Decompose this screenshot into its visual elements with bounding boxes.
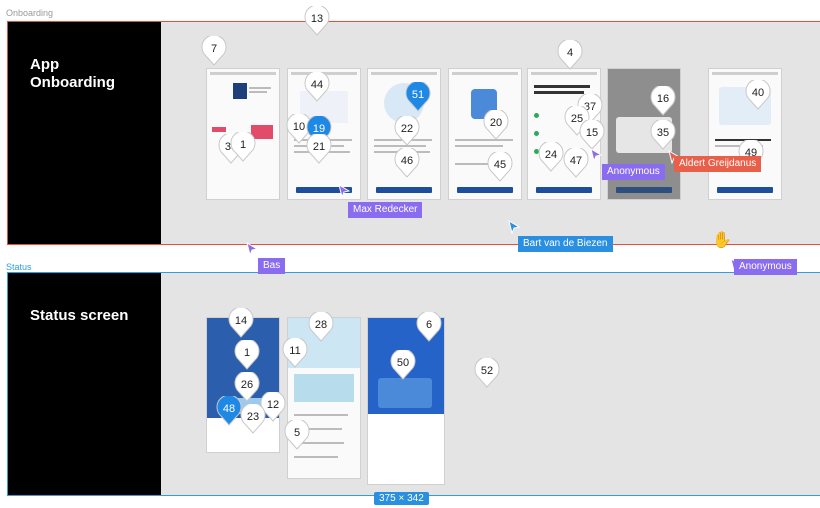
comment-pin-number: 52 <box>480 365 494 377</box>
cursor-arrow-icon <box>590 147 603 167</box>
comment-pin-number: 23 <box>246 411 260 423</box>
cursor-name-tag: Aldert Greijdanus <box>674 156 762 172</box>
comment-pin[interactable]: 47 <box>563 148 589 178</box>
comment-pin[interactable]: 45 <box>487 152 513 182</box>
onboarding-title-panel: App Onboarding <box>8 22 161 244</box>
next-button[interactable] <box>616 187 672 193</box>
cursor-name-tag: Anonymous <box>734 259 797 275</box>
comment-pin[interactable]: 24 <box>538 142 564 172</box>
comment-pin[interactable]: 28 <box>308 312 334 342</box>
comment-pin-number: 15 <box>585 127 599 139</box>
comment-pin[interactable]: 4 <box>557 40 583 70</box>
comment-pin[interactable]: 1 <box>234 340 260 370</box>
status-frame-label[interactable]: Status <box>6 262 32 272</box>
comment-pin[interactable]: 50 <box>390 350 416 380</box>
government-logo <box>233 83 247 99</box>
comment-pin-number: 5 <box>293 427 301 439</box>
comment-pin[interactable]: 52 <box>474 358 500 388</box>
next-button[interactable] <box>536 187 592 193</box>
annotation-mark <box>212 127 226 132</box>
comment-pin[interactable]: 1 <box>230 132 256 162</box>
cursor-arrow-icon <box>246 241 259 261</box>
comment-pin[interactable]: 13 <box>304 6 330 36</box>
illustration <box>378 378 432 408</box>
comment-pin[interactable]: 21 <box>306 134 332 164</box>
comment-pin-number: 51 <box>411 89 425 101</box>
comment-pin[interactable]: 14 <box>228 308 254 338</box>
comment-pin[interactable]: 26 <box>234 372 260 402</box>
cursor-name-tag: Bas <box>258 258 286 274</box>
comment-pin[interactable]: 5 <box>284 420 310 450</box>
onboarding-frame-label[interactable]: Onboarding <box>6 8 53 18</box>
illustration <box>294 374 354 402</box>
comment-pin-number: 13 <box>310 13 324 25</box>
comment-pin[interactable]: 20 <box>483 110 509 140</box>
comment-pin-number: 7 <box>210 43 218 55</box>
onboarding-title: App Onboarding <box>30 56 115 91</box>
comment-pin-number: 50 <box>396 357 410 369</box>
hand-cursor-icon: ✋ <box>712 232 732 249</box>
next-button[interactable] <box>457 187 513 193</box>
comment-pin-number: 40 <box>751 87 765 99</box>
comment-pin-number: 6 <box>425 319 433 331</box>
comment-pin-number: 45 <box>493 159 507 171</box>
comment-pin-number: 24 <box>544 149 558 161</box>
comment-pin-number: 35 <box>656 127 670 139</box>
next-button[interactable] <box>717 187 773 193</box>
comment-pin[interactable]: 7 <box>201 36 227 66</box>
comment-pin-number: 47 <box>569 155 583 167</box>
comment-pin-number: 26 <box>240 379 254 391</box>
comment-pin-number: 1 <box>239 139 247 151</box>
comment-pin[interactable]: 16 <box>650 86 676 116</box>
cursor-name-tag: Bart van de Biezen <box>518 236 613 252</box>
card <box>368 414 444 484</box>
comment-pin-number: 22 <box>400 123 414 135</box>
status-bar <box>210 72 276 75</box>
comment-pin-number: 1 <box>243 347 251 359</box>
comment-pin[interactable]: 11 <box>282 338 308 368</box>
comment-pin[interactable]: 40 <box>745 80 771 110</box>
comment-pin-number: 4 <box>566 47 574 59</box>
comment-pin[interactable]: 48 <box>216 396 242 426</box>
check-icon <box>534 131 539 136</box>
cursor-name-tag: Max Redecker <box>348 202 423 218</box>
comment-pin-number: 11 <box>289 345 301 357</box>
comment-pin[interactable]: 6 <box>416 312 442 342</box>
status-title-panel: Status screen <box>8 273 161 495</box>
comment-pin[interactable]: 22 <box>394 116 420 146</box>
comment-pin[interactable]: 23 <box>240 404 266 434</box>
cursor-arrow-icon <box>338 183 351 203</box>
comment-pin-number: 21 <box>312 141 326 153</box>
comment-pin-number: 44 <box>310 79 324 91</box>
comment-pin[interactable]: 44 <box>304 72 330 102</box>
comment-pin[interactable]: 35 <box>650 120 676 150</box>
comment-pin-number: 48 <box>222 403 236 415</box>
comment-pin-number: 14 <box>234 315 248 327</box>
comment-pin-number: 20 <box>489 117 503 129</box>
comment-pin-number: 46 <box>400 155 414 167</box>
comment-pin[interactable]: 51 <box>405 82 431 112</box>
comment-pin-number: 28 <box>314 319 328 331</box>
comment-pin-number: 16 <box>656 93 670 105</box>
check-icon <box>534 113 539 118</box>
cursor-name-tag: Anonymous <box>602 164 665 180</box>
frame-size-badge: 375 × 342 <box>374 492 429 505</box>
next-button[interactable] <box>376 187 432 193</box>
status-screen-3[interactable] <box>367 317 445 485</box>
status-frame[interactable]: Status screen <box>7 272 820 496</box>
status-title: Status screen <box>30 307 129 324</box>
comment-pin[interactable]: 15 <box>579 120 605 150</box>
comment-pin[interactable]: 46 <box>394 148 420 178</box>
